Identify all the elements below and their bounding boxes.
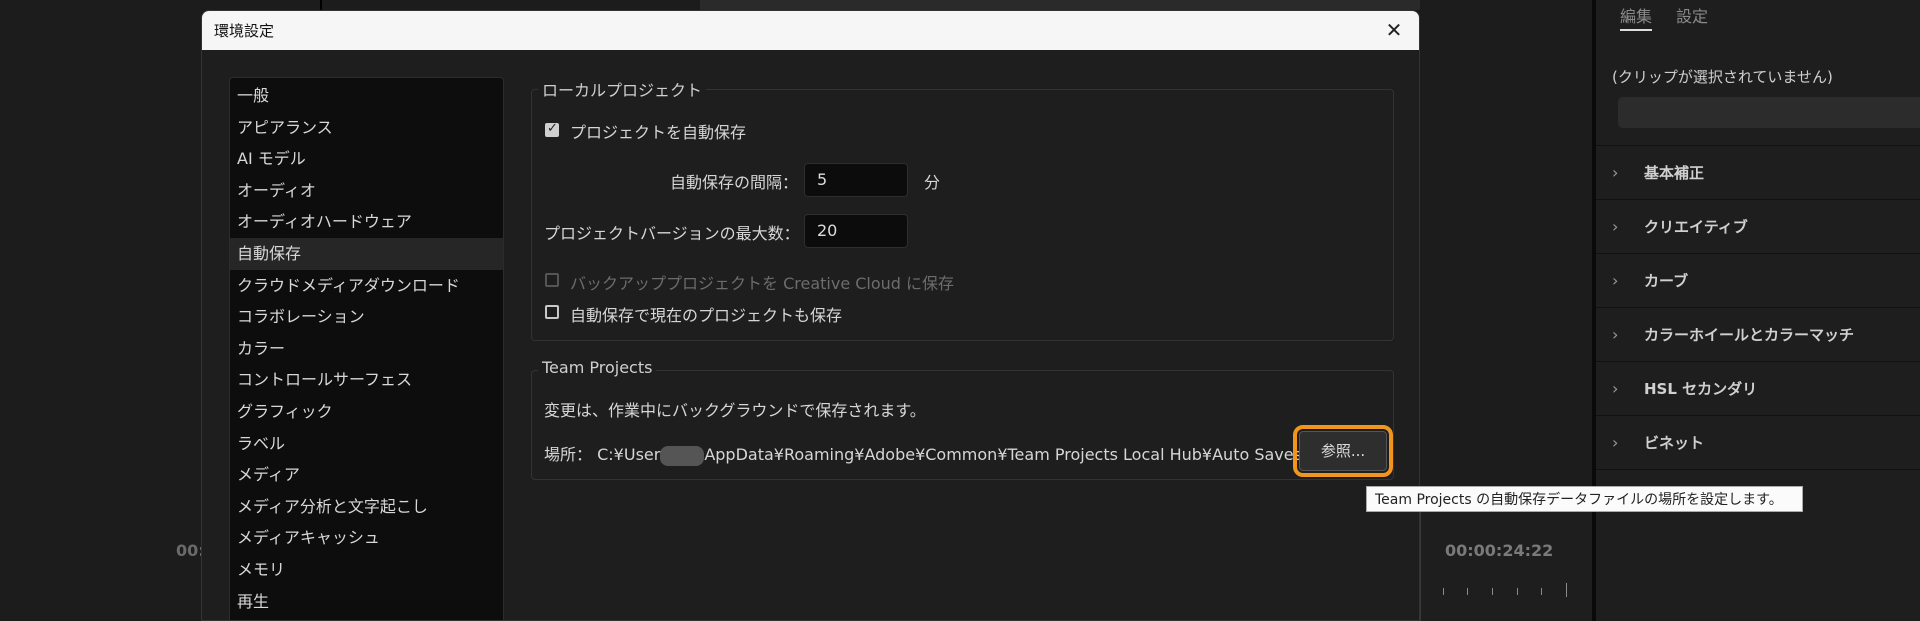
nav-item-graphics[interactable]: グラフィック <box>230 396 503 428</box>
location-path-start: C:¥User <box>597 445 661 464</box>
no-clip-label: (クリップが選択されていません) <box>1612 68 1833 86</box>
divider <box>320 0 322 10</box>
nav-item-collaboration[interactable]: コラボレーション <box>230 301 503 333</box>
location-label: 場所： <box>544 445 593 464</box>
clip-selector[interactable] <box>1618 97 1920 128</box>
section-label: クリエイティブ <box>1644 218 1748 236</box>
chevron-right-icon: › <box>1612 325 1619 344</box>
section-curves[interactable]: › カーブ <box>1596 253 1920 307</box>
autosave-label: プロジェクトを自動保存 <box>570 123 747 142</box>
nav-item-media[interactable]: メディア <box>230 459 503 491</box>
versions-input[interactable]: 20 <box>804 214 908 248</box>
section-label: 基本補正 <box>1644 164 1705 182</box>
program-monitor-area <box>1420 500 1592 621</box>
versions-label: プロジェクトバージョンの最大数： <box>544 224 800 243</box>
ruler-tick <box>1443 588 1444 595</box>
browse-button[interactable]: 参照... <box>1293 425 1393 477</box>
redacted-username <box>660 445 705 466</box>
tab-settings[interactable]: 設定 <box>1676 3 1708 27</box>
interval-label: 自動保存の間隔： <box>670 173 799 192</box>
background-panel <box>700 0 1420 10</box>
section-label: カーブ <box>1644 272 1689 290</box>
local-project-title: ローカルプロジェクト <box>538 77 707 101</box>
team-desc: 変更は、作業中にバックグラウンドで保存されます。 <box>544 401 926 420</box>
ruler-tick <box>1517 588 1518 595</box>
section-basic-correction[interactable]: › 基本補正 <box>1596 145 1920 199</box>
nav-item-media-cache[interactable]: メディアキャッシュ <box>230 522 503 554</box>
section-color-wheels[interactable]: › カラーホイールとカラーマッチ <box>1596 307 1920 361</box>
ruler-tick <box>1566 583 1567 597</box>
nav-item-audio[interactable]: オーディオ <box>230 175 503 207</box>
chevron-right-icon: › <box>1612 271 1619 290</box>
interval-input[interactable]: 5 <box>804 163 908 197</box>
current-project-label: 自動保存で現在のプロジェクトも保存 <box>570 306 843 325</box>
chevron-right-icon: › <box>1612 163 1619 182</box>
section-vignette[interactable]: › ビネット <box>1596 415 1920 469</box>
ruler-tick <box>1467 588 1468 595</box>
nav-item-ai-models[interactable]: AI モデル <box>230 143 503 175</box>
nav-item-control-surface[interactable]: コントロールサーフェス <box>230 364 503 396</box>
interval-unit: 分 <box>924 173 941 192</box>
section-label: カラーホイールとカラーマッチ <box>1644 326 1855 344</box>
close-icon[interactable]: ✕ <box>1381 17 1407 43</box>
nav-item-appearance[interactable]: アピアランス <box>230 112 503 144</box>
chevron-right-icon: › <box>1612 217 1619 236</box>
current-project-checkbox[interactable] <box>545 305 559 319</box>
nav-item-memory[interactable]: メモリ <box>230 554 503 586</box>
timecode-display[interactable]: 00:00:24:22 <box>1445 541 1553 560</box>
section-label: ビネット <box>1644 434 1705 452</box>
ruler-tick <box>1492 588 1493 595</box>
backup-checkbox[interactable] <box>545 273 559 287</box>
backup-label: バックアッププロジェクトを Creative Cloud に保存 <box>570 274 955 293</box>
section-label: HSL セカンダリ <box>1644 380 1758 398</box>
tooltip: Team Projects の自動保存データファイルの場所を設定します。 <box>1366 486 1803 512</box>
location-row: 場所： C:¥User AppData¥Roaming¥Adobe¥Common¥… <box>544 441 1302 466</box>
preferences-dialog: 環境設定 ✕ 一般 アピアランス AI モデル オーディオ オーディオハードウェ… <box>201 10 1420 621</box>
nav-item-labels[interactable]: ラベル <box>230 428 503 460</box>
nav-item-audio-hardware[interactable]: オーディオハードウェア <box>230 206 503 238</box>
nav-item-cloud-media-download[interactable]: クラウドメディアダウンロード <box>230 270 503 302</box>
section-creative[interactable]: › クリエイティブ <box>1596 199 1920 253</box>
lumetri-panel: 編集 設定 (クリップが選択されていません) › 基本補正 › クリエイティブ › カ… <box>1592 0 1920 621</box>
title-bar: 環境設定 <box>202 11 1419 50</box>
tab-edit[interactable]: 編集 <box>1620 3 1653 31</box>
nav-item-media-analysis[interactable]: メディア分析と文字起こし <box>230 491 503 523</box>
dialog-title: 環境設定 <box>214 22 275 40</box>
nav-item-auto-save[interactable]: 自動保存 <box>230 237 503 270</box>
nav-item-general[interactable]: 一般 <box>230 80 503 112</box>
autosave-checkbox[interactable] <box>545 121 559 137</box>
nav-item-color[interactable]: カラー <box>230 333 503 365</box>
ruler-tick <box>1541 588 1542 595</box>
section-hsl-secondary[interactable]: › HSL セカンダリ <box>1596 361 1920 415</box>
chevron-right-icon: › <box>1612 379 1619 398</box>
nav-item-playback[interactable]: 再生 <box>230 586 503 618</box>
location-path-end: AppData¥Roaming¥Adobe¥Common¥Team Projec… <box>704 445 1302 464</box>
team-projects-title: Team Projects <box>538 358 657 377</box>
preferences-nav: 一般 アピアランス AI モデル オーディオ オーディオハードウェア 自動保存 … <box>229 77 504 620</box>
chevron-right-icon: › <box>1612 433 1619 452</box>
